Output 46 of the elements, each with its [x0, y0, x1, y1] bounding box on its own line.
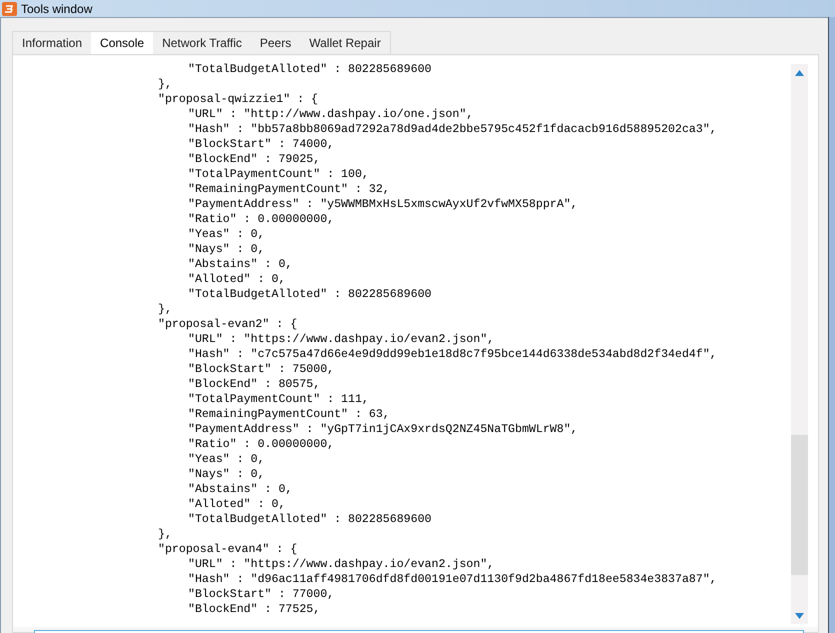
scroll-down-icon[interactable] — [795, 613, 804, 619]
console-line: "Abstains" : 0, — [188, 482, 292, 497]
console-line: "RemainingPaymentCount" : 32, — [188, 182, 390, 197]
tab[interactable]: Wallet Repair — [300, 31, 391, 54]
console-line: "BlockEnd" : 79025, — [188, 152, 320, 167]
console-line: "Nays" : 0, — [188, 467, 265, 482]
window-title: Tools window — [21, 2, 92, 16]
console-line: "BlockStart" : 75000, — [188, 362, 334, 377]
console-line: "Nays" : 0, — [188, 242, 265, 257]
console-line: "TotalPaymentCount" : 111, — [188, 392, 369, 407]
console-line: "TotalBudgetAlloted" : 802285689600 — [188, 512, 432, 527]
console-line: "TotalBudgetAlloted" : 802285689600 — [188, 62, 432, 77]
scrollbar[interactable] — [791, 64, 808, 624]
console-line: "TotalPaymentCount" : 100, — [188, 167, 369, 182]
console-line: "Yeas" : 0, — [188, 452, 265, 467]
console-line: "URL" : "https://www.dashpay.io/evan2.json", — [188, 332, 494, 347]
console-line: "proposal-evan2" : { — [158, 317, 298, 332]
console-line: "PaymentAddress" : "y5WWMBMxHsL5xmscwAyxUf2vfwMX58pprA", — [188, 197, 578, 212]
app-logo-icon — [2, 2, 17, 16]
console-line: "Ratio" : 0.00000000, — [188, 437, 334, 452]
console-line: "Hash" : "bb57a8bb8069ad7292a78d9ad4de2bbe5795c452f1fdacacb916d58895202ca3", — [188, 122, 717, 137]
console-line: "Alloted" : 0, — [188, 272, 286, 287]
console-line: "Ratio" : 0.00000000, — [188, 212, 334, 227]
scroll-up-icon[interactable] — [795, 70, 804, 76]
console-line: "BlockStart" : 74000, — [188, 137, 334, 152]
console-line: "Yeas" : 0, — [188, 227, 265, 242]
console-line: "Alloted" : 0, — [188, 497, 286, 512]
console-line: "PaymentAddress" : "yGpT7in1jCAx9xrdsQ2NZ45NaTGbmWLrW8", — [188, 422, 578, 437]
console-line: }, — [158, 302, 172, 317]
console-line: "BlockEnd" : 77525, — [188, 602, 320, 617]
console-line: "URL" : "https://www.dashpay.io/evan2.json", — [188, 557, 494, 572]
console-line: "RemainingPaymentCount" : 63, — [188, 407, 390, 422]
console-line: "BlockStart" : 77000, — [188, 587, 334, 602]
tab[interactable]: Console — [91, 31, 154, 54]
console-line: "Hash" : "c7c575a47d66e4e9d9dd99eb1e18d8c7f95bce144d6338de534abd8d2f34ed4f", — [188, 347, 717, 362]
console-line: "Hash" : "d96ac11aff4981706dfd8fd00191e07d1130f9d2ba4867fd18ee5834e3837a87", — [188, 572, 717, 587]
console-line: "proposal-evan4" : { — [158, 542, 298, 557]
tab[interactable]: Information — [12, 31, 92, 54]
console-line: "BlockEnd" : 80575, — [188, 377, 320, 392]
console-line: }, — [158, 77, 172, 92]
console-line: "Abstains" : 0, — [188, 257, 292, 272]
console-line: }, — [158, 527, 172, 542]
console-line: "proposal-qwizzie1" : { — [158, 92, 318, 107]
console-line: "TotalBudgetAlloted" : 802285689600 — [188, 287, 432, 302]
console-line: "URL" : "http://www.dashpay.io/one.json", — [188, 107, 474, 122]
scrollbar-thumb[interactable] — [791, 435, 808, 575]
